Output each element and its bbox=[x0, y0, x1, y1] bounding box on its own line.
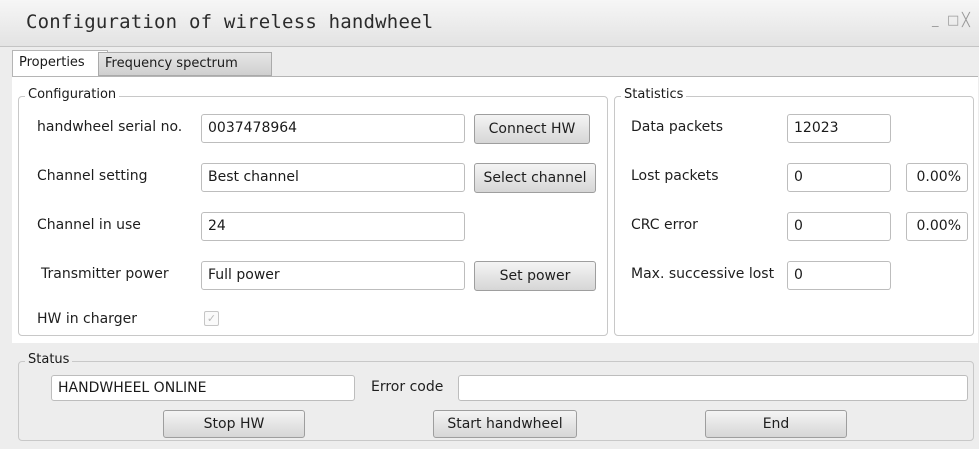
stop-hw-button[interactable]: Stop HW bbox=[163, 410, 305, 438]
end-button[interactable]: End bbox=[705, 410, 847, 438]
handwheel-config-window: Configuration of wireless handwheel _ □ … bbox=[0, 0, 979, 449]
data-packets-field[interactable]: 12023 bbox=[787, 114, 891, 143]
close-icon[interactable]: ╳ bbox=[962, 14, 970, 28]
channel-in-use-label: Channel in use bbox=[37, 217, 141, 233]
start-handwheel-button[interactable]: Start handwheel bbox=[433, 410, 577, 438]
error-code-field[interactable] bbox=[458, 375, 968, 401]
window-title: Configuration of wireless handwheel bbox=[26, 11, 434, 33]
crc-error-percent-field[interactable]: 0.00% bbox=[906, 212, 968, 241]
lost-packets-field[interactable]: 0 bbox=[787, 163, 891, 192]
configuration-legend: Configuration bbox=[25, 87, 120, 102]
select-channel-button[interactable]: Select channel bbox=[474, 163, 596, 193]
max-successive-lost-label: Max. successive lost bbox=[631, 266, 775, 282]
title-bar[interactable]: Configuration of wireless handwheel _ □ … bbox=[0, 0, 979, 47]
statistics-group: Statistics Data packets 12023 Lost packe… bbox=[614, 87, 974, 336]
properties-panel: Configuration handwheel serial no. 00374… bbox=[12, 76, 978, 343]
lost-packets-percent-field[interactable]: 0.00% bbox=[906, 163, 968, 192]
configuration-group: Configuration handwheel serial no. 00374… bbox=[18, 87, 608, 336]
serial-field[interactable]: 0037478964 bbox=[201, 114, 465, 143]
connect-hw-button[interactable]: Connect HW bbox=[474, 114, 590, 144]
channel-setting-field[interactable]: Best channel bbox=[201, 163, 465, 192]
status-group: Status HANDWHEEL ONLINE Error code Stop … bbox=[18, 352, 974, 441]
set-power-button[interactable]: Set power bbox=[474, 261, 596, 291]
lost-packets-label: Lost packets bbox=[631, 168, 719, 184]
status-area: Status HANDWHEEL ONLINE Error code Stop … bbox=[12, 348, 978, 443]
channel-setting-label: Channel setting bbox=[37, 168, 148, 184]
channel-in-use-field[interactable]: 24 bbox=[201, 212, 465, 241]
status-legend: Status bbox=[25, 352, 73, 367]
tab-properties[interactable]: Properties bbox=[12, 50, 108, 77]
crc-error-field[interactable]: 0 bbox=[787, 212, 891, 241]
minimize-icon[interactable]: _ bbox=[932, 14, 939, 28]
crc-error-label: CRC error bbox=[631, 217, 698, 233]
maximize-icon[interactable]: □ bbox=[947, 14, 959, 28]
serial-label: handwheel serial no. bbox=[37, 119, 183, 135]
statistics-legend: Statistics bbox=[621, 87, 687, 102]
status-field[interactable]: HANDWHEEL ONLINE bbox=[51, 375, 355, 401]
transmitter-power-field[interactable]: Full power bbox=[201, 261, 465, 290]
error-code-label: Error code bbox=[371, 379, 444, 395]
hw-in-charger-checkbox[interactable]: ✓ bbox=[204, 311, 219, 326]
tab-frequency-spectrum[interactable]: Frequency spectrum bbox=[98, 52, 272, 76]
data-packets-label: Data packets bbox=[631, 119, 724, 135]
transmitter-power-label: Transmitter power bbox=[41, 266, 169, 282]
hw-in-charger-label: HW in charger bbox=[37, 311, 137, 327]
max-successive-lost-field[interactable]: 0 bbox=[787, 261, 891, 290]
